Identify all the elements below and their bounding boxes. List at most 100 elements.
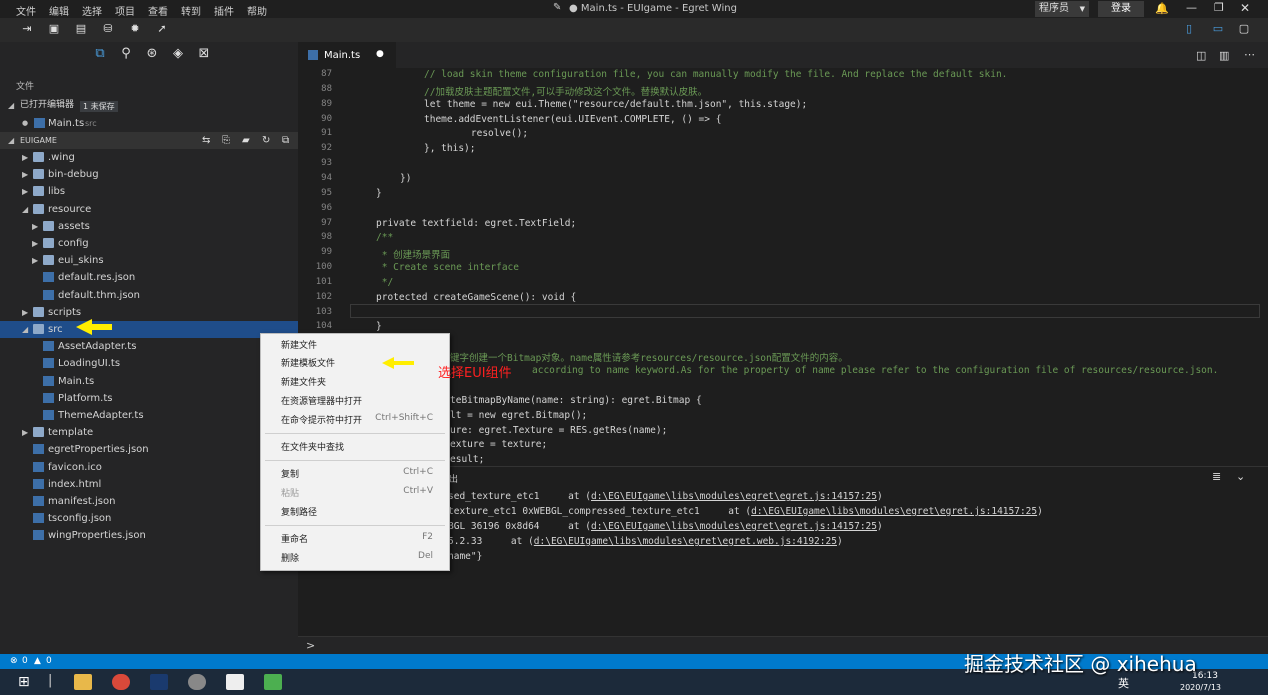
more-icon[interactable]: ⋯ bbox=[1244, 48, 1255, 61]
git-icon[interactable]: ◈ bbox=[170, 46, 186, 62]
menu-plugins[interactable]: 插件 bbox=[214, 3, 234, 18]
tree-item[interactable]: ▶ scripts bbox=[0, 304, 298, 321]
chevron-right-icon[interactable]: ▶ bbox=[32, 235, 38, 252]
debug-bug-icon[interactable]: ✹ bbox=[129, 23, 141, 35]
chevron-right-icon[interactable]: ▶ bbox=[32, 218, 38, 235]
chevron-right-icon[interactable]: ▶ bbox=[22, 304, 28, 321]
tree-item[interactable]: tsconfig.json bbox=[0, 510, 298, 527]
files-icon[interactable]: ⧉ bbox=[92, 46, 108, 62]
context-menu-item[interactable]: 新建模板文件 bbox=[281, 356, 335, 369]
columns-icon[interactable]: ▥ bbox=[1219, 49, 1229, 62]
chrome-icon[interactable] bbox=[112, 674, 130, 690]
terminal-app-icon[interactable] bbox=[226, 674, 244, 690]
menu-view[interactable]: 查看 bbox=[148, 3, 168, 18]
chevron-right-icon[interactable]: ▶ bbox=[22, 166, 28, 183]
context-menu-item[interactable]: 在命令提示符中打开 bbox=[281, 413, 362, 426]
bell-icon[interactable]: 🔔 bbox=[1155, 2, 1169, 15]
open-editor-item[interactable]: ● Main.ts src bbox=[0, 115, 298, 132]
debug-icon[interactable]: ⊠ bbox=[196, 46, 212, 62]
output-link[interactable]: d:\EG\EUIgame\libs\modules\egret\egret.w… bbox=[534, 536, 837, 547]
chevron-right-icon[interactable]: ▶ bbox=[32, 252, 38, 269]
new-file-icon[interactable]: ⎘ bbox=[222, 132, 230, 149]
tree-item[interactable]: ▶ eui_skins bbox=[0, 252, 298, 269]
menu-file[interactable]: 文件 bbox=[16, 3, 36, 18]
refresh-arrows-icon[interactable]: ⇆ bbox=[202, 132, 210, 149]
tab-main-ts[interactable]: Main.ts ● bbox=[298, 42, 396, 68]
open-editors-header[interactable]: ◢ 已打开编辑器 bbox=[0, 97, 298, 114]
tree-item[interactable]: ▶ config bbox=[0, 235, 298, 252]
toggle-panel-icon[interactable]: ▭ bbox=[1212, 23, 1224, 35]
build-icon[interactable]: ⛁ bbox=[102, 23, 114, 35]
windows-start-icon[interactable]: ⊞ bbox=[18, 674, 30, 690]
split-editor-icon[interactable]: ◫ bbox=[1196, 49, 1206, 62]
tree-item[interactable]: ▶ template bbox=[0, 424, 298, 441]
error-icon[interactable]: ⊗ bbox=[10, 656, 18, 666]
publish-rocket-icon[interactable]: ➚ bbox=[156, 23, 168, 35]
tree-item[interactable]: ▶ assets bbox=[0, 218, 298, 235]
save-all-icon[interactable]: ▤ bbox=[75, 23, 87, 35]
context-menu-item[interactable]: 复制路径 bbox=[281, 505, 317, 518]
restore-icon[interactable]: ❐ bbox=[1214, 1, 1224, 14]
chevron-right-icon[interactable]: ▶ bbox=[22, 183, 28, 200]
clock-date[interactable]: 2020/7/13 bbox=[1180, 683, 1221, 692]
context-menu-item[interactable]: 新建文件夹 bbox=[281, 375, 326, 388]
ime-indicator[interactable]: 英 bbox=[1118, 675, 1129, 691]
dirty-dot-icon[interactable]: ● bbox=[376, 49, 384, 59]
context-menu-item[interactable]: 在文件夹中查找 bbox=[281, 440, 344, 453]
menu-goto[interactable]: 转到 bbox=[181, 3, 201, 18]
output-link[interactable]: d:\EG\EUIgame\libs\modules\egret\egret.j… bbox=[751, 506, 1037, 517]
tree-item[interactable]: ThemeAdapter.ts bbox=[0, 407, 298, 424]
output-link[interactable]: d:\EG\EUIgame\libs\modules\egret\egret.j… bbox=[591, 491, 877, 502]
context-menu-item[interactable]: 删除 bbox=[281, 551, 299, 564]
tree-item[interactable]: wingProperties.json bbox=[0, 527, 298, 544]
warning-icon[interactable]: ▲ bbox=[34, 656, 41, 666]
extensions-icon[interactable]: ⊛ bbox=[144, 46, 160, 62]
clear-output-icon[interactable]: ≣ bbox=[1212, 470, 1221, 483]
collapse-all-icon[interactable]: ⧉ bbox=[282, 132, 289, 149]
tree-item[interactable]: egretProperties.json bbox=[0, 441, 298, 458]
menu-help[interactable]: 帮助 bbox=[247, 3, 267, 18]
task-view-icon[interactable]: | bbox=[48, 673, 52, 688]
debug-step-icon[interactable]: ⇥ bbox=[21, 23, 33, 35]
context-menu-item[interactable]: 新建文件 bbox=[281, 338, 317, 351]
tree-item[interactable]: ◢ resource bbox=[0, 201, 298, 218]
save-icon[interactable]: ▣ bbox=[48, 23, 60, 35]
tree-item[interactable]: ◢ src bbox=[0, 321, 298, 338]
egret-wing-app-icon[interactable] bbox=[264, 674, 282, 690]
tree-item[interactable]: Platform.ts bbox=[0, 390, 298, 407]
tree-item[interactable]: ▶ .wing bbox=[0, 149, 298, 166]
output-link[interactable]: d:\EG\EUIgame\libs\modules\egret\egret.j… bbox=[591, 521, 877, 532]
tree-item[interactable]: favicon.ico bbox=[0, 459, 298, 476]
media-app-icon[interactable] bbox=[188, 674, 206, 690]
chevron-down-icon[interactable]: ◢ bbox=[22, 321, 28, 338]
chevron-down-icon[interactable]: ◢ bbox=[22, 201, 28, 218]
menu-edit[interactable]: 编辑 bbox=[49, 3, 69, 18]
project-header[interactable]: ◢ EUIGAME ⇆ ⎘ ▰ ↻ ⧉ bbox=[0, 132, 298, 149]
search-icon[interactable]: ⚲ bbox=[118, 46, 134, 62]
editor-app-icon[interactable] bbox=[150, 674, 168, 690]
close-icon[interactable]: ✕ bbox=[1240, 1, 1250, 15]
toggle-layout-icon[interactable]: ▢ bbox=[1238, 23, 1250, 35]
minimize-icon[interactable]: — bbox=[1186, 1, 1197, 14]
context-menu-item[interactable]: 重命名 bbox=[281, 532, 308, 545]
chevron-right-icon[interactable]: ▶ bbox=[22, 424, 28, 441]
reload-icon[interactable]: ↻ bbox=[262, 132, 270, 149]
file-explorer-icon[interactable] bbox=[74, 674, 92, 690]
tree-item[interactable]: default.thm.json bbox=[0, 287, 298, 304]
tree-item[interactable]: Main.ts bbox=[0, 373, 298, 390]
tree-item[interactable]: ▶ libs bbox=[0, 183, 298, 200]
tree-item[interactable]: AssetAdapter.ts bbox=[0, 338, 298, 355]
tree-item[interactable]: index.html bbox=[0, 476, 298, 493]
login-button[interactable]: 登录 bbox=[1098, 1, 1144, 17]
context-menu-item[interactable]: 在资源管理器中打开 bbox=[281, 394, 362, 407]
new-folder-icon[interactable]: ▰ bbox=[242, 132, 250, 149]
chevron-right-icon[interactable]: ▶ bbox=[22, 149, 28, 166]
tree-item[interactable]: default.res.json bbox=[0, 269, 298, 286]
tree-item[interactable]: manifest.json bbox=[0, 493, 298, 510]
tree-item[interactable]: ▶ bin-debug bbox=[0, 166, 298, 183]
toggle-sidebar-icon[interactable]: ▯ bbox=[1183, 23, 1195, 35]
user-dropdown[interactable]: 程序员 ▼ bbox=[1035, 1, 1089, 17]
menu-select[interactable]: 选择 bbox=[82, 3, 102, 18]
context-menu-item[interactable]: 复制 bbox=[281, 467, 299, 480]
menu-project[interactable]: 项目 bbox=[115, 3, 135, 18]
